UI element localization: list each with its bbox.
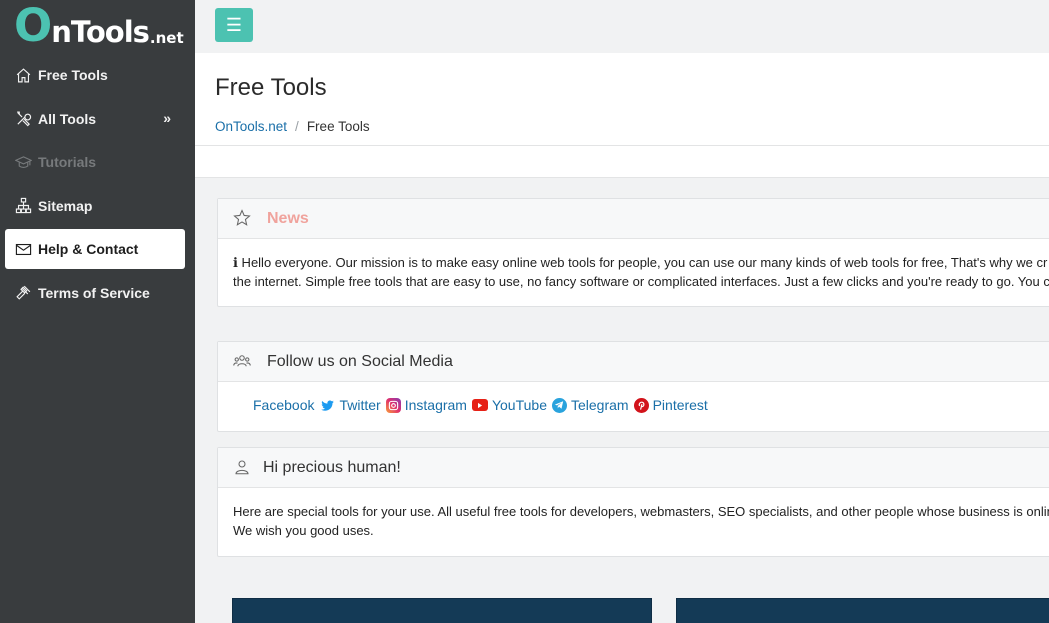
sidebar-item-help-contact[interactable]: Help & Contact xyxy=(5,229,185,270)
breadcrumb-separator: / xyxy=(295,119,299,134)
header-subbar xyxy=(195,146,1049,178)
instagram-icon xyxy=(385,397,401,413)
welcome-card: Hi precious human! Here are special tool… xyxy=(217,447,1049,557)
welcome-card-header: Hi precious human! xyxy=(218,448,1049,488)
youtube-link[interactable]: YouTube xyxy=(492,397,547,413)
sidebar-item-terms-of-service[interactable]: Terms of Service xyxy=(5,273,185,313)
sidebar-item-free-tools[interactable]: Free Tools xyxy=(5,55,185,95)
social-card-header: Follow us on Social Media xyxy=(218,342,1049,382)
pinterest-link[interactable]: Pinterest xyxy=(653,397,708,413)
hamburger-icon: ☰ xyxy=(225,14,243,35)
pinterest-link-label: Pinterest xyxy=(652,397,708,413)
facebook-link-label: Facebook xyxy=(253,397,315,413)
gavel-icon xyxy=(14,283,33,302)
news-card-body: ℹ Hello everyone. Our mission is to make… xyxy=(218,239,1049,291)
social-card-title: Follow us on Social Media xyxy=(267,352,453,370)
user-icon xyxy=(233,458,253,478)
page-title: Free Tools xyxy=(215,74,327,101)
facebook-link[interactable]: Facebook xyxy=(253,397,314,413)
news-card: News ℹ Hello everyone. Our mission is to… xyxy=(217,198,1049,307)
welcome-card-body: Here are special tools for your use. All… xyxy=(218,488,1049,540)
instagram-link[interactable]: Instagram xyxy=(405,397,467,413)
news-card-title: News xyxy=(267,209,309,227)
brand-logo-o: O xyxy=(14,0,52,52)
social-media-card: Follow us on Social Media Facebook Twitt… xyxy=(217,341,1049,432)
users-icon xyxy=(233,352,253,372)
chevron-right-icon: » xyxy=(163,109,171,126)
youtube-icon xyxy=(471,399,488,411)
brand-logo[interactable]: O nTools .net xyxy=(0,0,195,53)
sidebar-item-tutorials[interactable]: Tutorials xyxy=(5,142,185,182)
welcome-text-line: We wish you good uses. xyxy=(233,523,374,538)
sidebar-item-label: All Tools xyxy=(38,110,97,127)
breadcrumb-current: Free Tools xyxy=(306,119,370,134)
sitemap-icon xyxy=(14,196,33,215)
youtube-link-label: YouTube xyxy=(491,397,547,413)
telegram-icon xyxy=(551,397,567,413)
topbar: ☰ xyxy=(195,0,1049,53)
welcome-text-line: Here are special tools for your use. All… xyxy=(233,504,1049,519)
sidebar-item-label: Tutorials xyxy=(38,154,97,171)
news-text-line: the internet. Simple free tools that are… xyxy=(233,274,1049,289)
envelope-icon xyxy=(14,240,33,259)
twitter-link-label: Twitter xyxy=(339,397,381,413)
graduation-cap-icon xyxy=(14,153,33,172)
star-icon xyxy=(233,208,253,229)
telegram-link-label: Telegram xyxy=(570,397,629,413)
brand-logo-tld: .net xyxy=(149,29,184,47)
page-header: Free Tools OnTools.net / Free Tools xyxy=(195,53,1049,146)
social-links: Facebook Twitter Instagram YouTube Teleg… xyxy=(218,382,1049,413)
sidebar-item-all-tools[interactable]: All Tools » xyxy=(5,99,185,139)
brand-logo-name: nTools xyxy=(51,15,150,49)
twitter-link[interactable]: Twitter xyxy=(339,397,380,413)
sidebar-nav: Free Tools All Tools » Tutorials Sitemap xyxy=(0,53,195,313)
news-card-header: News xyxy=(218,199,1049,239)
sidebar-item-label: Help & Contact xyxy=(38,241,139,258)
sidebar-item-label: Terms of Service xyxy=(38,284,150,301)
welcome-card-title: Hi precious human! xyxy=(263,458,401,476)
instagram-link-label: Instagram xyxy=(404,397,467,413)
breadcrumb: OnTools.net / Free Tools xyxy=(215,119,370,134)
tool-card-top[interactable] xyxy=(676,598,1049,623)
tool-card-top[interactable] xyxy=(232,598,652,623)
menu-toggle-button[interactable]: ☰ xyxy=(215,8,253,42)
sidebar-item-label: Free Tools xyxy=(38,67,108,83)
sidebar-item-label: Sitemap xyxy=(38,197,93,214)
news-text-line: ℹ Hello everyone. Our mission is to make… xyxy=(233,255,1048,270)
sidebar: O nTools .net Free Tools All Tools » Tut… xyxy=(0,0,195,623)
sidebar-item-sitemap[interactable]: Sitemap xyxy=(5,186,185,226)
breadcrumb-home-link[interactable]: OnTools.net xyxy=(215,119,287,134)
twitter-icon xyxy=(320,398,335,413)
tools-icon xyxy=(14,109,33,128)
telegram-link[interactable]: Telegram xyxy=(571,397,629,413)
pinterest-icon xyxy=(633,397,649,413)
home-icon xyxy=(14,66,33,85)
